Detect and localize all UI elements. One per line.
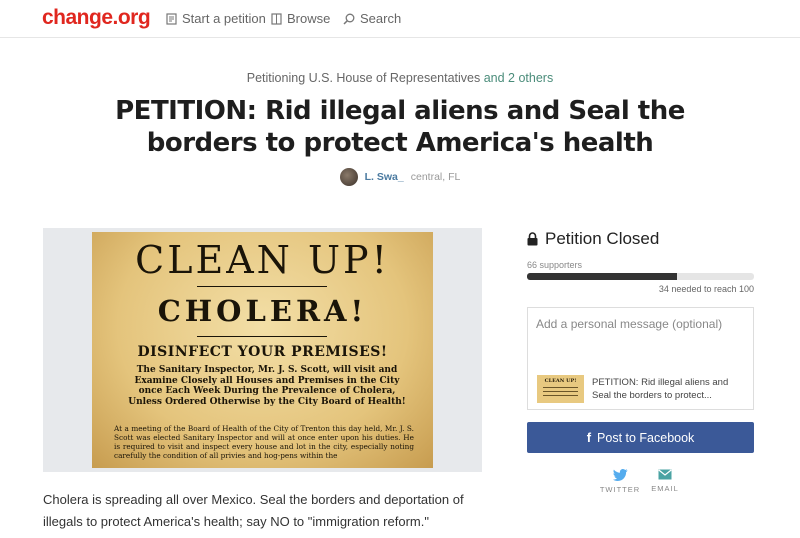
poster-rule bbox=[197, 336, 327, 337]
poster-rule bbox=[197, 286, 327, 287]
signature-progress-bar bbox=[527, 273, 754, 280]
petition-targets-primary: Petitioning U.S. House of Representative… bbox=[246, 71, 481, 85]
nav-start-petition[interactable]: Start a petition bbox=[166, 11, 266, 26]
browse-icon bbox=[271, 12, 282, 25]
thumbnail-rule bbox=[543, 391, 578, 392]
twitter-label: TWITTER bbox=[599, 485, 641, 494]
petition-closed-label: Petition Closed bbox=[545, 229, 660, 248]
poster-body-text: At a meeting of the Board of Health of t… bbox=[114, 424, 414, 460]
nav-browse-label: Browse bbox=[287, 11, 331, 26]
email-share-button[interactable]: EMAIL bbox=[640, 469, 690, 493]
email-icon bbox=[658, 469, 672, 480]
poster-notice-text: The Sanitary Inspector, Mr. J. S. Scott,… bbox=[128, 365, 406, 407]
petition-status: Petition Closed bbox=[527, 229, 659, 249]
author-location: central, FL bbox=[410, 171, 461, 183]
nav-search-label: Search bbox=[360, 11, 402, 26]
nav-start-petition-label: Start a petition bbox=[182, 11, 266, 26]
search-icon bbox=[343, 13, 355, 25]
petition-description: Cholera is spreading all over Mexico. Se… bbox=[43, 492, 464, 529]
thumbnail-headline: CLEAN UP! bbox=[544, 378, 577, 384]
share-preview-thumbnail: CLEAN UP! bbox=[537, 375, 584, 403]
poster-subheadline: CHOLERA! bbox=[157, 294, 368, 328]
share-message-box: Add a personal message (optional) CLEAN … bbox=[527, 307, 754, 410]
poster-headline: CLEAN UP! bbox=[135, 238, 390, 282]
poster-disinfect-line: DISINFECT YOUR PREMISES! bbox=[137, 344, 388, 360]
twitter-share-button[interactable]: TWITTER bbox=[595, 469, 645, 494]
share-preview-title: PETITION: Rid illegal aliens and Seal th… bbox=[592, 377, 729, 401]
signature-progress-fill bbox=[527, 273, 677, 280]
petition-targets: Petitioning U.S. House of Representative… bbox=[0, 71, 800, 85]
supporters-count: 66 supporters bbox=[527, 260, 583, 270]
personal-message-input[interactable]: Add a personal message (optional) bbox=[536, 317, 722, 331]
petition-title: PETITION: Rid illegal aliens and Seal th… bbox=[115, 96, 685, 158]
change-org-logo[interactable]: change.org bbox=[42, 6, 151, 30]
email-label: EMAIL bbox=[651, 484, 679, 493]
avatar[interactable] bbox=[339, 168, 358, 186]
signatures-needed: 34 needed to reach 100 bbox=[658, 284, 754, 294]
author-name[interactable]: L. Swa_ bbox=[365, 171, 404, 183]
thumbnail-rule bbox=[543, 395, 578, 396]
petition-targets-others-link[interactable]: and 2 others bbox=[484, 71, 554, 85]
nav-search[interactable]: Search bbox=[343, 11, 401, 26]
post-to-facebook-button[interactable]: f Post to Facebook bbox=[527, 422, 754, 453]
petition-icon bbox=[166, 12, 177, 25]
lock-icon bbox=[527, 232, 538, 246]
twitter-icon bbox=[612, 469, 627, 481]
facebook-icon: f bbox=[586, 430, 592, 445]
thumbnail-rule bbox=[543, 387, 578, 388]
top-navigation-bar: change.org Start a petition Browse Searc… bbox=[0, 0, 800, 38]
petition-image-cholera-poster[interactable]: CLEAN UP! CHOLERA! DISINFECT YOUR PREMIS… bbox=[92, 232, 433, 468]
nav-browse[interactable]: Browse bbox=[271, 11, 330, 26]
author-row: L. Swa_ central, FL bbox=[0, 168, 800, 186]
post-to-facebook-label: Post to Facebook bbox=[597, 430, 695, 445]
